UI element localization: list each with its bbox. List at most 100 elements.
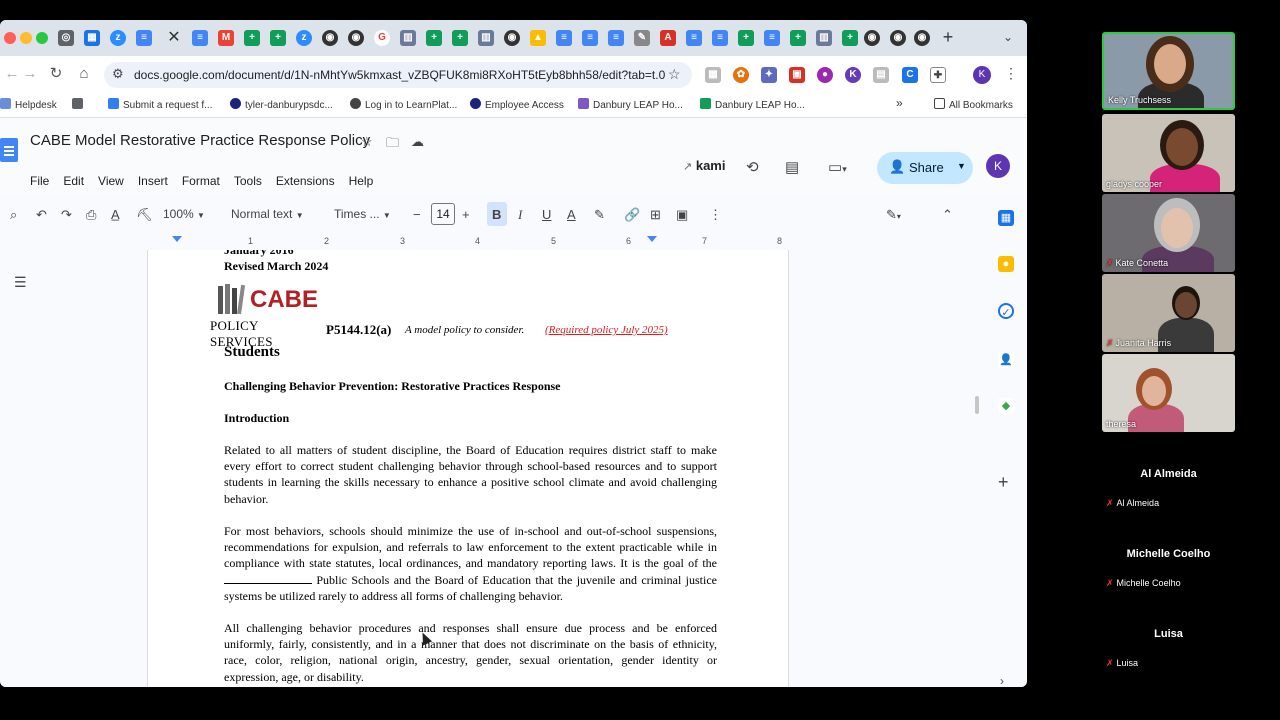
bookmark-tyler[interactable]: tyler-danburypsdc... xyxy=(230,98,333,111)
browser-profile-avatar[interactable]: K xyxy=(973,66,991,84)
docs-tab-icon[interactable]: ≡ xyxy=(192,30,208,46)
increase-font-size-icon[interactable]: + xyxy=(462,207,470,222)
docs-home-icon[interactable] xyxy=(0,138,18,162)
extension-icon[interactable]: C xyxy=(902,67,918,83)
participant-name-tile[interactable]: Al Almeida ✗ Al Almeida xyxy=(1102,434,1235,512)
participant-video-tile[interactable]: Kelly Truchsess xyxy=(1102,32,1235,110)
globe-tab-icon[interactable]: ◉ xyxy=(914,30,930,46)
font-select[interactable]: Times ... ▼ xyxy=(334,207,391,221)
search-menus-icon[interactable]: ⌕ xyxy=(10,207,17,223)
globe-tab-icon[interactable]: ◉ xyxy=(348,30,364,46)
bookmark-learnplat[interactable]: Log in to LearnPlat... xyxy=(350,98,457,111)
google-tab-icon[interactable]: G xyxy=(374,30,390,46)
underline-icon[interactable]: U xyxy=(542,207,551,222)
bookmark-danbury-leap-1[interactable]: Danbury LEAP Ho... xyxy=(578,98,683,111)
reload-icon[interactable]: ↻ xyxy=(46,64,66,84)
document-page[interactable]: January 2016 Revised March 2024 CABE POL… xyxy=(147,250,789,687)
docs-tab-icon[interactable]: ≡ xyxy=(608,30,624,46)
close-tab-icon[interactable]: ✕ xyxy=(164,28,184,48)
extensions-puzzle-icon[interactable]: ✚ xyxy=(930,67,946,83)
tab-favicon-icon[interactable]: ✎ xyxy=(634,30,650,46)
account-avatar[interactable]: K xyxy=(986,154,1010,178)
pdf-tab-icon[interactable]: A xyxy=(660,30,676,46)
spellcheck-icon[interactable]: A̲ xyxy=(111,207,120,222)
new-tab-icon[interactable]: + xyxy=(938,27,958,47)
document-title[interactable]: CABE Model Restorative Practice Response… xyxy=(30,132,370,149)
menu-edit[interactable]: Edit xyxy=(63,174,84,188)
decrease-font-size-icon[interactable]: − xyxy=(413,207,421,222)
tab-search-chevron-icon[interactable]: ⌄ xyxy=(1003,27,1019,47)
tab-favicon-icon[interactable]: ▥ xyxy=(478,30,494,46)
tab-favicon-icon[interactable]: ◎ xyxy=(58,30,74,46)
maximize-window-icon[interactable] xyxy=(36,32,48,44)
menu-insert[interactable]: Insert xyxy=(138,174,168,188)
browser-menu-icon[interactable]: ⋮ xyxy=(1004,65,1018,82)
sheets-tab-icon[interactable]: + xyxy=(244,30,260,46)
right-indent-marker[interactable] xyxy=(647,236,657,242)
kami-button[interactable]: ↗ kami xyxy=(683,158,725,173)
menu-help[interactable]: Help xyxy=(349,174,374,188)
bookmark-all[interactable]: All Bookmarks xyxy=(934,98,1013,111)
more-options-icon[interactable]: ⋮ xyxy=(709,207,722,223)
docs-tab-icon[interactable]: ≡ xyxy=(556,30,572,46)
maps-icon[interactable]: ◆ xyxy=(998,398,1014,414)
kami-extension-icon[interactable]: K xyxy=(845,67,861,83)
minimize-window-icon[interactable] xyxy=(20,32,32,44)
bookmark-submit-request[interactable]: Submit a request f... xyxy=(108,98,213,111)
sheets-tab-icon[interactable]: + xyxy=(738,30,754,46)
italic-icon[interactable]: I xyxy=(518,207,522,223)
zoom-tab-icon[interactable]: z xyxy=(296,30,312,46)
contacts-icon[interactable]: 👤 xyxy=(998,352,1014,368)
tab-favicon-icon[interactable]: ▥ xyxy=(400,30,416,46)
left-indent-marker[interactable] xyxy=(172,236,182,242)
site-info-icon[interactable]: ⚙ xyxy=(112,66,124,82)
share-button[interactable]: 👤 Share ▼ xyxy=(877,152,973,184)
drive-tab-icon[interactable]: ▲ xyxy=(530,30,546,46)
show-side-panel-chevron-icon[interactable]: › xyxy=(1000,674,1004,687)
extension-icon[interactable]: ▤ xyxy=(873,67,889,83)
version-history-icon[interactable]: ⟲ xyxy=(746,158,759,176)
hide-menus-chevron-icon[interactable]: ⌃ xyxy=(942,207,953,223)
docs-tab-icon[interactable]: ≡ xyxy=(712,30,728,46)
horizontal-ruler[interactable]: 1 2 3 4 5 6 7 8 xyxy=(148,236,788,250)
gmail-tab-icon[interactable]: M xyxy=(218,30,234,46)
move-folder-icon[interactable]: 🗀 xyxy=(386,134,399,156)
menu-extensions[interactable]: Extensions xyxy=(276,174,335,188)
keep-icon[interactable]: ● xyxy=(998,256,1014,272)
style-select[interactable]: Normal text ▼ xyxy=(231,207,304,221)
back-arrow-icon[interactable]: ← xyxy=(2,64,22,84)
participant-name-tile[interactable]: Michelle Coelho ✗ Michelle Coelho xyxy=(1102,514,1235,592)
apps-grid-icon[interactable] xyxy=(72,98,87,111)
sheets-tab-icon[interactable]: + xyxy=(452,30,468,46)
comments-icon[interactable]: ▤ xyxy=(785,158,799,176)
docs-tab-icon[interactable]: ≡ xyxy=(764,30,780,46)
bookmark-star-icon[interactable]: ☆ xyxy=(668,66,681,83)
meet-video-icon[interactable]: ▭▾ xyxy=(828,158,847,176)
menu-tools[interactable]: Tools xyxy=(234,174,262,188)
insert-image-icon[interactable]: ▣ xyxy=(676,207,688,223)
redo-icon[interactable]: ↷ xyxy=(61,207,72,223)
sheets-tab-icon[interactable]: + xyxy=(426,30,442,46)
bookmark-danbury-leap-2[interactable]: Danbury LEAP Ho... xyxy=(700,98,805,111)
star-icon[interactable]: ☆ xyxy=(361,134,373,150)
participant-video-tile[interactable]: ✗ Juanita Harris xyxy=(1102,274,1235,352)
bookmarks-overflow-icon[interactable]: » xyxy=(896,96,903,110)
sheets-tab-icon[interactable]: + xyxy=(790,30,806,46)
docs-tab-icon[interactable]: ≡ xyxy=(686,30,702,46)
font-size-input[interactable]: 14 xyxy=(431,203,455,225)
cloud-status-icon[interactable]: ☁ xyxy=(411,134,424,150)
bold-icon[interactable]: B xyxy=(492,207,501,222)
menu-format[interactable]: Format xyxy=(182,174,220,188)
extension-icon[interactable]: ● xyxy=(817,67,833,83)
get-addons-plus-icon[interactable]: + xyxy=(998,472,1009,493)
calendar-icon[interactable]: ▦ xyxy=(998,210,1014,226)
add-comment-icon[interactable]: ⊞ xyxy=(650,207,661,223)
globe-tab-icon[interactable]: ◉ xyxy=(504,30,520,46)
menu-file[interactable]: File xyxy=(30,174,49,188)
zoom-select[interactable]: 100% ▼ xyxy=(163,207,205,221)
menu-view[interactable]: View xyxy=(98,174,124,188)
print-icon[interactable]: ⎙ xyxy=(86,207,96,223)
undo-icon[interactable]: ↶ xyxy=(36,207,47,223)
text-color-icon[interactable]: A xyxy=(567,207,576,222)
tab-favicon-icon[interactable]: ▥ xyxy=(816,30,832,46)
